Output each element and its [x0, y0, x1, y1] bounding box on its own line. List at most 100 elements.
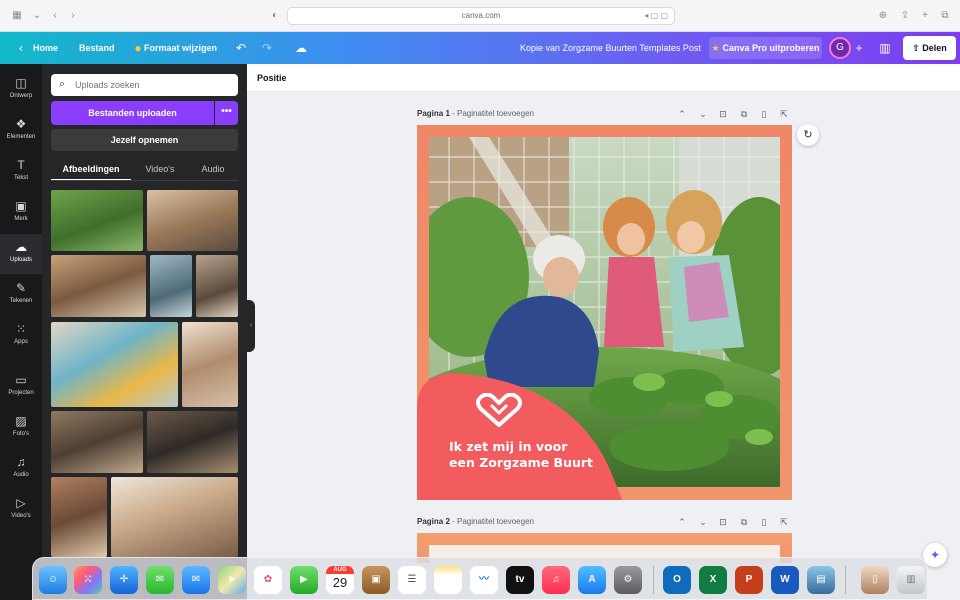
dock-reminders-icon[interactable]: ☰ [398, 566, 426, 594]
uploaded-image-thumbnail[interactable] [51, 411, 143, 473]
trash-icon[interactable]: ▯ [758, 515, 770, 529]
uploaded-image-thumbnail[interactable] [111, 477, 238, 557]
refresh-icon[interactable]: ↻ [797, 124, 819, 146]
try-pro-label: Canva Pro uitproberen [722, 43, 820, 53]
redo-icon[interactable]: ↷ [260, 41, 274, 55]
duplicate-icon[interactable]: ⧉ [738, 515, 750, 529]
design-page-1[interactable]: Ik zet mij in voor een Zorgzame Buurt [417, 125, 792, 500]
rail-item-uploads[interactable]: ☁ Uploads [0, 234, 42, 274]
dock-preview-icon[interactable]: ▤ [807, 566, 835, 594]
dock-safari-icon[interactable]: ✛ [110, 566, 138, 594]
heart-logo-icon[interactable] [475, 393, 523, 427]
undo-icon[interactable]: ↶ [234, 41, 248, 55]
duplicate-icon[interactable]: ⧉ [738, 107, 750, 121]
chevron-down-icon[interactable]: ⌄ [697, 515, 709, 529]
lock-icon[interactable]: ⊡ [717, 515, 729, 529]
dock-launchpad-icon[interactable]: ⁙ [74, 566, 102, 594]
rail-item-apps[interactable]: ⁙ Apps [0, 316, 42, 356]
chevron-up-icon[interactable]: ⌃ [676, 515, 688, 529]
dock-calendar-icon[interactable]: AUG 29 [326, 566, 354, 594]
resize-button[interactable]: Formaat wijzigen [144, 32, 217, 64]
share-button[interactable]: ⇧ Delen [903, 36, 956, 60]
add-collaborator-icon[interactable]: + [852, 41, 866, 55]
crown-icon: ★ [711, 43, 720, 53]
uploaded-image-thumbnail[interactable] [51, 190, 143, 251]
page-2-tools: ⌃ ⌄ ⊡ ⧉ ▯ ⇱ [676, 515, 792, 529]
dock-app-store-icon[interactable]: A [578, 566, 606, 594]
share-icon[interactable]: ⇪ [898, 10, 912, 22]
dock-system-settings-icon[interactable]: ⚙ [614, 566, 642, 594]
forward-arrow-icon[interactable]: › [66, 10, 80, 22]
address-bar[interactable]: canva.com ◂ ▢ ▢ [287, 7, 675, 25]
insights-chart-icon[interactable]: ▥ [878, 41, 892, 55]
chevron-down-icon[interactable]: ⌄ [697, 107, 709, 121]
rail-item-draw[interactable]: ✎ Tekenen [0, 275, 42, 315]
uploads-search[interactable]: ⌕ [51, 74, 238, 96]
add-page-title[interactable]: Paginatitel toevoegen [457, 109, 534, 118]
file-menu-button[interactable]: Bestand [79, 32, 115, 64]
dock-notes-icon[interactable] [434, 566, 462, 594]
rail-item-elements[interactable]: ❖ Elementen [0, 111, 42, 151]
dock-word-icon[interactable]: W [771, 566, 799, 594]
search-input[interactable] [75, 77, 225, 93]
upload-files-button[interactable]: Bestanden uploaden [51, 101, 214, 125]
add-page-icon[interactable]: ⇱ [778, 107, 790, 121]
record-yourself-button[interactable]: Jezelf opnemen [51, 129, 238, 151]
dock-freeform-icon[interactable]: 〰 [470, 566, 498, 594]
uploaded-image-thumbnail[interactable] [51, 322, 178, 407]
home-button[interactable]: Home [33, 32, 58, 64]
dock-notes-brown-icon[interactable]: ▣ [362, 566, 390, 594]
dock-messages-icon[interactable]: ✉ [146, 566, 174, 594]
rail-item-videos[interactable]: ▷ Video's [0, 490, 42, 530]
try-pro-button[interactable]: ★ Canva Pro uitproberen [709, 37, 822, 59]
new-tab-icon[interactable]: + [918, 10, 932, 22]
dock-outlook-icon[interactable]: O [663, 566, 691, 594]
address-bar-controls[interactable]: ◂ ▢ ▢ [644, 8, 668, 24]
lock-icon[interactable]: ⊡ [717, 107, 729, 121]
add-page-title[interactable]: Paginatitel toevoegen [457, 517, 534, 526]
rail-label: Tekst [13, 175, 28, 181]
rail-item-design[interactable]: ◫ Ontwerp [0, 70, 42, 110]
dock-mail-icon[interactable]: ✉ [182, 566, 210, 594]
dock-finder-icon[interactable]: ☺ [39, 566, 67, 594]
tab-audio[interactable]: Audio [191, 159, 235, 181]
rail-item-projects[interactable]: ▭ Projecten [0, 367, 42, 407]
dock-apple-tv-icon[interactable]: tv [506, 566, 534, 594]
back-arrow-icon[interactable]: ‹ [48, 10, 62, 22]
rail-item-audio[interactable]: ♫ Audio [0, 449, 42, 489]
document-title[interactable]: Kopie van Zorgzame Buurten Templates Pos… [520, 32, 701, 64]
dock-trash-icon[interactable]: ▥ [897, 566, 925, 594]
chevron-down-icon[interactable]: ⌄ [30, 10, 44, 22]
uploaded-image-thumbnail[interactable] [150, 255, 192, 317]
dock-photos-icon[interactable]: ✿ [254, 566, 282, 594]
download-icon[interactable]: ⊕ [876, 10, 890, 22]
avatar[interactable]: G [829, 37, 851, 59]
uploaded-image-thumbnail[interactable] [182, 322, 238, 407]
tab-images[interactable]: Afbeeldingen [51, 159, 131, 181]
chevron-left-icon[interactable]: ‹ [14, 41, 28, 55]
collapse-panel-handle[interactable]: ‹ [247, 300, 255, 352]
rail-item-photos[interactable]: ▨ Foto's [0, 408, 42, 448]
dock-excel-icon[interactable]: X [699, 566, 727, 594]
uploaded-image-thumbnail[interactable] [51, 477, 107, 557]
headline-text[interactable]: Ik zet mij in voor een Zorgzame Buurt [449, 439, 629, 471]
more-options-button[interactable]: ••• [215, 101, 238, 125]
position-button[interactable]: Positie [257, 64, 287, 92]
tab-videos[interactable]: Video's [135, 159, 185, 181]
add-page-icon[interactable]: ⇱ [778, 515, 790, 529]
uploaded-image-thumbnail[interactable] [196, 255, 238, 317]
rail-item-text[interactable]: T Tekst [0, 152, 42, 192]
dock-recent-file-icon[interactable]: ▯ [861, 566, 889, 594]
uploaded-image-thumbnail[interactable] [51, 255, 146, 317]
sidebar-toggle-icon[interactable]: ▦ [10, 10, 24, 22]
dock-facetime-icon[interactable]: ▶ [290, 566, 318, 594]
uploaded-image-thumbnail[interactable] [147, 411, 238, 473]
chevron-up-icon[interactable]: ⌃ [676, 107, 688, 121]
tabs-overview-icon[interactable]: ⧉ [938, 10, 952, 22]
dock-powerpoint-icon[interactable]: P [735, 566, 763, 594]
uploaded-image-thumbnail[interactable] [147, 190, 238, 251]
dock-maps-icon[interactable]: ➤ [218, 566, 246, 594]
rail-item-brand[interactable]: ▣ Merk [0, 193, 42, 233]
trash-icon[interactable]: ▯ [758, 107, 770, 121]
dock-music-icon[interactable]: ♫ [542, 566, 570, 594]
